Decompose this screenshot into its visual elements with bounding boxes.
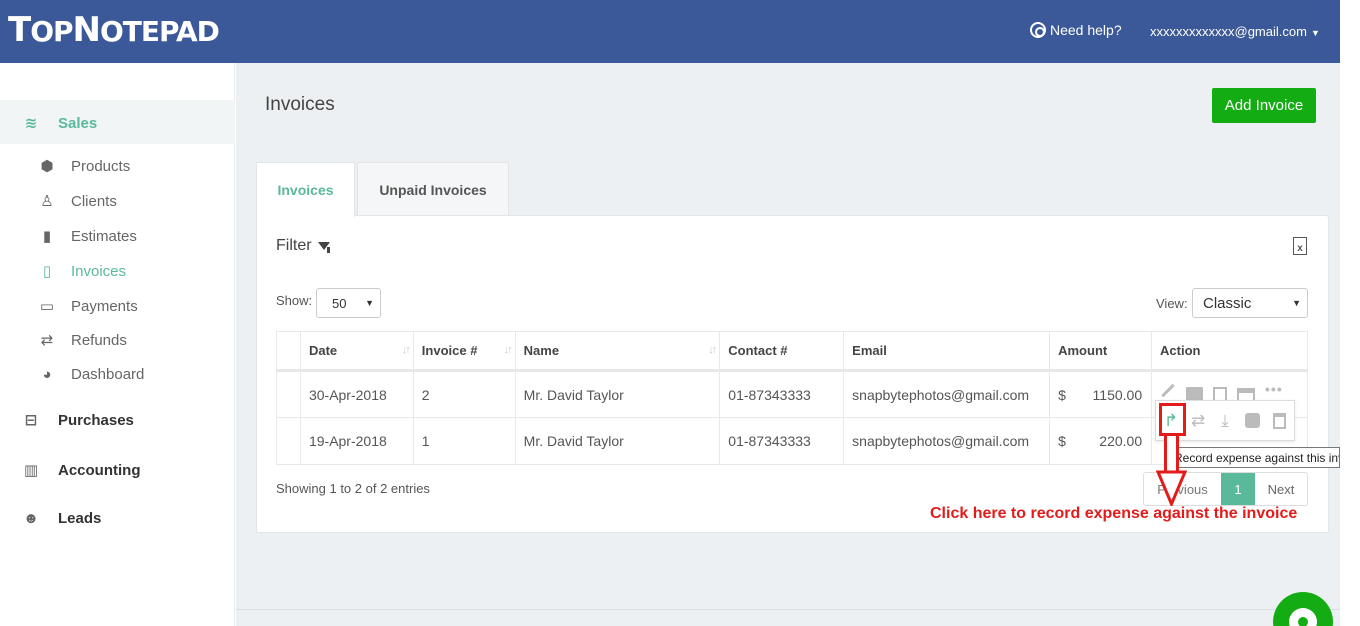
table-row: 30-Apr-2018 2 Mr. David Taylor 01-873433… [276,370,1308,418]
column-header-contact: Contact # [719,331,845,372]
column-header-email: Email [843,331,1051,372]
lifebuoy-icon [1030,22,1046,38]
duplicate-icon-shape [1244,413,1260,428]
sidebar-item-accounting[interactable]: ▥ Accounting [21,461,141,480]
cell-invoice-number: 1 [412,417,516,465]
annotation-arrow-head [1156,470,1187,506]
layers-icon: ≋ [24,115,38,132]
cell-invoice-number: 2 [412,370,516,418]
tab-invoices[interactable]: Invoices [256,162,355,217]
users-icon: ☻ [23,510,39,527]
view-label: View: [1156,296,1188,311]
credit-card-icon: ▭ [39,298,55,315]
row-checkbox-cell[interactable] [276,370,301,418]
chat-icon [1289,608,1317,626]
sidebar-item-payments[interactable]: ▭ Payments [37,297,138,316]
column-header-date[interactable]: Date ↓↑ [299,331,414,372]
download-icon[interactable]: ⤓ [1216,411,1234,430]
annotation-arrow [1164,436,1179,472]
sort-icon: ↓↑ [708,344,717,356]
sidebar-item-dashboard[interactable]: ◕ Dashboard [37,366,144,383]
entries-info: Showing 1 to 2 of 2 entries [276,481,430,496]
exchange-icon: ⇄ [40,332,54,349]
excel-export-icon[interactable]: x [1293,237,1307,255]
column-header-amount: Amount [1049,331,1153,372]
dashboard-icon: ◕ [42,366,52,383]
sidebar-item-estimates[interactable]: ▮ Estimates [37,227,137,246]
filter-toggle[interactable]: Filter [276,237,330,255]
caret-down-icon: ▼ [1310,28,1320,38]
cell-date: 30-Apr-2018 [299,370,414,418]
page-edge [1340,0,1360,626]
bar-chart-icon: ▥ [23,462,39,479]
sort-icon: ↓↑ [401,344,411,356]
delete-icon[interactable] [1270,412,1288,430]
annotation-callout: Click here to record expense against the… [930,505,1298,522]
view-select[interactable]: Classic ▼ [1192,288,1308,318]
cell-email: snapbytephotos@gmail.com [843,370,1051,418]
page-size-select[interactable]: 50 ▼ [316,288,381,318]
top-navbar: TOPNOTEPAD Need help? xxxxxxxxxxxxx@gmai… [0,0,1340,63]
table-header-row: Date ↓↑ Invoice # ↓↑ Name ↓↑ Contact # Emai… [276,331,1308,372]
table-row: 19-Apr-2018 1 Mr. David Taylor 01-873433… [276,417,1308,465]
divider [236,609,1340,610]
cell-contact: 01-87343333 [719,370,845,418]
column-header-name[interactable]: Name ↓↑ [514,331,721,372]
sidebar-item-clients[interactable]: ♙ Clients [37,192,117,211]
file-outline-icon: ▯ [42,263,52,280]
file-icon: ▮ [42,228,52,245]
tooltip: Record expense against this invoice [1171,447,1340,468]
tab-unpaid-invoices[interactable]: Unpaid Invoices [357,162,509,216]
caret-down-icon: ▼ [365,298,374,308]
cell-amount: $220.00 [1049,417,1153,465]
sort-icon: ↓↑ [503,344,513,356]
cubes-icon: ⬢ [40,158,54,175]
column-header-invoice[interactable]: Invoice # ↓↑ [412,331,516,372]
sidebar-item-products[interactable]: ⬢ Products [37,157,130,176]
cell-email: snapbytephotos@gmail.com [843,417,1051,465]
cell-date: 19-Apr-2018 [299,417,414,465]
filter-icon [317,242,330,250]
cell-name: Mr. David Taylor [514,370,721,418]
cell-contact: 01-87343333 [719,417,845,465]
minus-square-icon: ⊟ [24,412,38,429]
sidebar-item-purchases[interactable]: ⊟ Purchases [21,411,134,430]
sidebar-item-invoices[interactable]: ▯ Invoices [37,262,126,281]
duplicate-icon[interactable] [1243,412,1261,430]
logo[interactable]: TOPNOTEPAD [8,10,220,50]
page-title: Invoices [265,94,335,115]
next-page-button[interactable]: Next [1255,473,1307,505]
invoice-table: Date ↓↑ Invoice # ↓↑ Name ↓↑ Contact # Emai… [276,331,1308,465]
sidebar-item-refunds[interactable]: ⇄ Refunds [37,331,127,350]
row-checkbox-cell[interactable] [276,417,301,465]
sidebar-item-leads[interactable]: ☻ Leads [21,510,101,527]
trash-icon-shape [1272,412,1286,429]
highlight-box [1159,403,1186,436]
convert-icon[interactable]: ⇄ [1189,411,1207,430]
user-icon: ♙ [40,193,54,210]
sidebar-item-sales[interactable]: ≋ Sales [21,114,98,133]
checkbox-column-header [276,331,301,372]
user-menu[interactable]: xxxxxxxxxxxxx@gmail.com ▼ [1150,24,1320,39]
show-label: Show: [276,293,313,308]
need-help-link[interactable]: Need help? [1030,22,1122,38]
more-icon[interactable]: ••• [1265,381,1282,397]
cell-amount: $1150.00 [1049,370,1153,418]
page-1-button[interactable]: 1 [1221,473,1255,505]
add-invoice-button[interactable]: Add Invoice [1212,88,1316,123]
column-header-action: Action [1151,331,1308,372]
cell-name: Mr. David Taylor [514,417,721,465]
edit-icon[interactable] [1161,383,1175,398]
caret-down-icon: ▼ [1292,298,1301,308]
